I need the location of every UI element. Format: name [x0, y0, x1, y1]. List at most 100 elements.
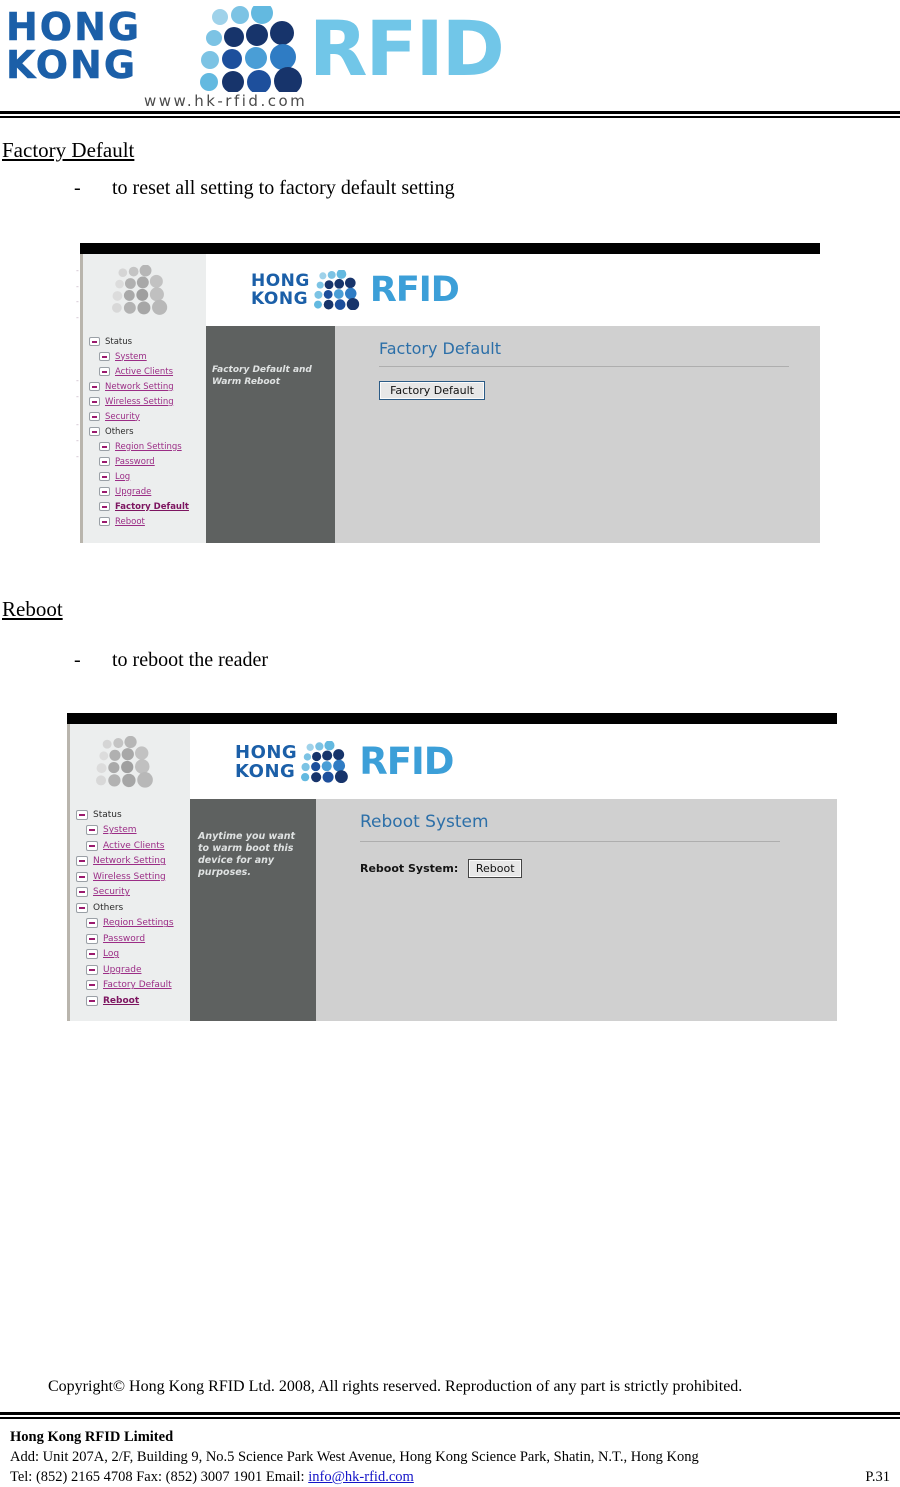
sidebar-item-label: Factory Default: [115, 501, 189, 512]
sidebar-item-security[interactable]: Security: [70, 885, 190, 901]
expander-minus-icon[interactable]: [86, 918, 98, 929]
ui-brand-row: HONG KONG RFID: [67, 724, 837, 799]
expander-minus-icon[interactable]: [86, 995, 98, 1006]
sidebar-item-log[interactable]: Log: [83, 469, 206, 484]
expander-minus-icon[interactable]: [89, 397, 100, 406]
expander-minus-icon[interactable]: [76, 887, 88, 898]
ui-logo-line2: KONG: [235, 760, 296, 782]
footer-divider: [0, 1412, 900, 1419]
sidebar-item-wireless-setting[interactable]: Wireless Setting: [70, 869, 190, 885]
sidebar-item-label: System: [103, 825, 137, 836]
sidebar-item-upgrade[interactable]: Upgrade: [83, 484, 206, 499]
ui-logo-rfid: RFID: [359, 739, 454, 783]
sidebar-item-label: Status: [105, 336, 133, 347]
sidebar-item-system[interactable]: System: [83, 349, 206, 364]
expander-minus-icon[interactable]: [99, 472, 110, 481]
reboot-button[interactable]: Reboot: [468, 859, 523, 878]
expander-minus-icon[interactable]: [86, 949, 98, 960]
scan-artifact: -: [76, 282, 79, 291]
sidebar-item-network-setting[interactable]: Network Setting: [83, 379, 206, 394]
logo-line-2: KONG: [6, 43, 138, 87]
sidebar-item-reboot[interactable]: Reboot: [70, 993, 190, 1009]
sidebar-item-active-clients[interactable]: Active Clients: [70, 838, 190, 854]
scan-artifact: -: [76, 452, 79, 461]
expander-minus-icon[interactable]: [99, 487, 110, 496]
ui-rfid-dots-icon: [313, 270, 360, 310]
sidebar-item-password[interactable]: Password: [70, 931, 190, 947]
sidebar-item-region-settings[interactable]: Region Settings: [70, 916, 190, 932]
expander-minus-icon[interactable]: [89, 382, 100, 391]
factory-default-button[interactable]: Factory Default: [379, 381, 485, 400]
expander-minus-icon[interactable]: [76, 856, 88, 867]
footer-contact: Tel: (852) 2165 4708 Fax: (852) 3007 190…: [10, 1467, 414, 1487]
sidebar-logo-area: [70, 724, 190, 799]
footer-company-name: Hong Kong RFID Limited: [10, 1429, 174, 1445]
bullet-dash: -: [74, 177, 81, 199]
footer-contact-row: Tel: (852) 2165 4708 Fax: (852) 3007 190…: [10, 1467, 890, 1487]
ui-content-panel: Reboot System Reboot System: Reboot: [316, 799, 837, 1021]
expander-minus-icon[interactable]: [99, 352, 110, 361]
logo-website-url: www.hk-rfid.com: [144, 92, 308, 110]
header-divider: [0, 111, 900, 118]
scan-artifact: -: [76, 376, 79, 385]
rfid-dots-icon: [200, 6, 302, 92]
sidebar-item-log[interactable]: Log: [70, 947, 190, 963]
sidebar-item-region-settings[interactable]: Region Settings: [83, 439, 206, 454]
footer-address: Add: Unit 207A, 2/F, Building 9, No.5 Sc…: [10, 1449, 699, 1465]
sidebar-item-factory-default[interactable]: Factory Default: [70, 978, 190, 994]
expander-minus-icon[interactable]: [89, 337, 100, 346]
sidebar-item-label: Wireless Setting: [105, 396, 174, 407]
sidebar-item-password[interactable]: Password: [83, 454, 206, 469]
expander-minus-icon[interactable]: [86, 933, 98, 944]
sidebar-item-wireless-setting[interactable]: Wireless Setting: [83, 394, 206, 409]
footer-email-link[interactable]: info@hk-rfid.com: [308, 1469, 414, 1485]
sidebar-item-network-setting[interactable]: Network Setting: [70, 854, 190, 870]
expander-minus-icon[interactable]: [76, 809, 88, 820]
ui-main-area: Status System Active Clients Network Settin…: [80, 326, 820, 543]
sidebar-item-label: Reboot: [115, 516, 145, 527]
expander-minus-icon[interactable]: [89, 412, 100, 421]
ui-brand-row: HONG KONG RFID: [80, 254, 820, 326]
browser-title-bar: [80, 243, 820, 254]
expander-minus-icon[interactable]: [99, 442, 110, 451]
footer-contact-prefix: Tel: (852) 2165 4708 Fax: (852) 3007 190…: [10, 1469, 309, 1485]
ui-header-logo: HONG KONG RFID: [190, 724, 837, 799]
sidebar-item-upgrade[interactable]: Upgrade: [70, 962, 190, 978]
sidebar-item-system[interactable]: System: [70, 823, 190, 839]
logo-line-1: HONG: [6, 5, 142, 49]
sidebar-item-security[interactable]: Security: [83, 409, 206, 424]
content-title: Factory Default: [379, 339, 501, 358]
section-heading-factory-default: Factory Default: [2, 138, 135, 162]
sidebar-item-label: Active Clients: [115, 366, 174, 377]
ui-logo-hongkong: HONG KONG: [235, 743, 297, 781]
ui-rfid-dots-icon: [301, 740, 349, 783]
expander-minus-icon[interactable]: [99, 517, 110, 526]
ui-description-panel: Factory Default and Warm Reboot: [206, 326, 335, 543]
expander-minus-icon[interactable]: [89, 427, 100, 436]
expander-minus-icon[interactable]: [86, 840, 98, 851]
ui-window-body: HONG KONG RFID Status System Active Clie…: [67, 724, 837, 1021]
expander-minus-icon[interactable]: [86, 825, 98, 836]
logo-hongkong-wordmark: HONG KONG: [6, 5, 142, 87]
sidebar-item-label: Others: [105, 426, 134, 437]
expander-minus-icon[interactable]: [99, 502, 110, 511]
sidebar-item-label: Reboot: [103, 995, 140, 1006]
reboot-field-label: Reboot System:: [360, 862, 459, 875]
expander-minus-icon[interactable]: [76, 902, 88, 913]
expander-minus-icon[interactable]: [76, 871, 88, 882]
sidebar-item-reboot[interactable]: Reboot: [83, 514, 206, 529]
expander-minus-icon[interactable]: [99, 367, 110, 376]
ui-header-logo: HONG KONG RFID: [206, 254, 820, 326]
expander-minus-icon[interactable]: [99, 457, 110, 466]
footer-page-number: P.31: [865, 1469, 890, 1485]
expander-minus-icon[interactable]: [86, 964, 98, 975]
copyright-notice: Copyright© Hong Kong RFID Ltd. 2008, All…: [48, 1378, 743, 1395]
expander-minus-icon[interactable]: [86, 980, 98, 991]
sidebar-item-label: Network Setting: [105, 381, 174, 392]
sidebar-item-active-clients[interactable]: Active Clients: [83, 364, 206, 379]
scan-artifact: -: [76, 297, 79, 306]
sidebar-item-factory-default[interactable]: Factory Default: [83, 499, 206, 514]
sidebar-item-label: Status: [93, 809, 122, 820]
company-logo: HONG KONG RFID www.hk-rfid.com: [4, 4, 524, 111]
sidebar-item-label: System: [115, 351, 147, 362]
